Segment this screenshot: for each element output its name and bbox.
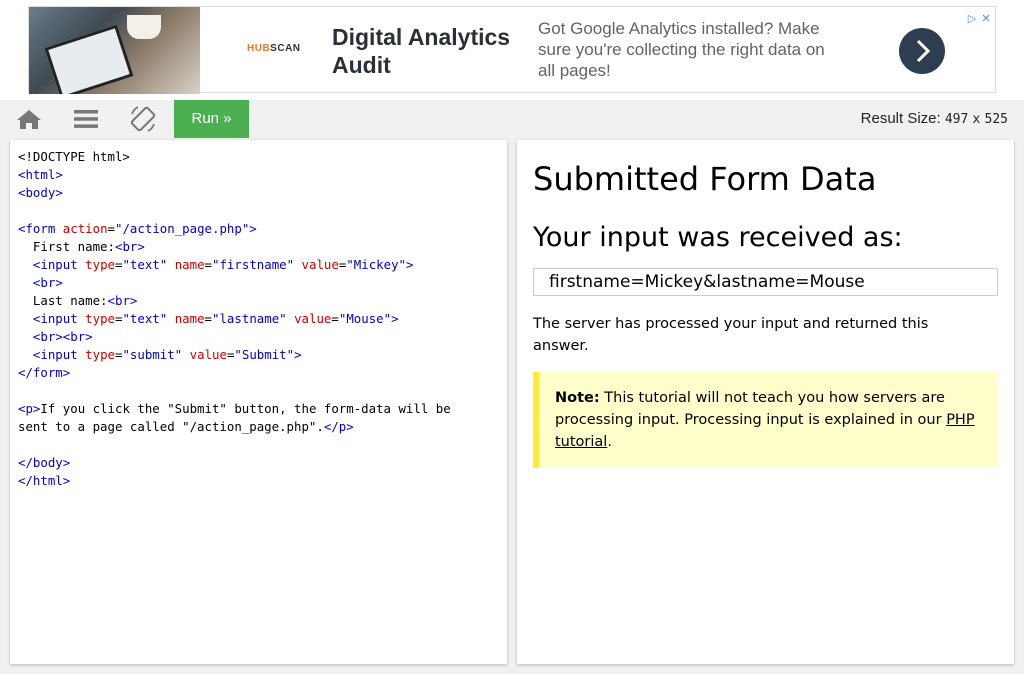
code-line[interactable]: </html> bbox=[18, 472, 499, 490]
ad-text[interactable]: Got Google Analytics installed? Make sur… bbox=[538, 18, 838, 81]
ad-choices[interactable]: ▷ ✕ bbox=[965, 7, 995, 25]
ad-banner[interactable]: HUBSCAN Digital Analytics Audit Got Goog… bbox=[28, 6, 996, 94]
note-label: Note: bbox=[555, 390, 600, 406]
code-line[interactable]: </body> bbox=[18, 454, 499, 472]
result-size: Result Size: 497 x 525 bbox=[861, 100, 1008, 139]
code-text[interactable]: <!DOCTYPE html> <html> <body> <form action… bbox=[10, 140, 507, 490]
ad-image[interactable] bbox=[29, 7, 200, 94]
run-button[interactable]: Run » bbox=[174, 100, 249, 138]
hamburger-menu-icon[interactable] bbox=[67, 100, 105, 138]
code-line[interactable]: <form action="/action_page.php"> bbox=[18, 220, 499, 238]
code-line[interactable]: Last name:<br> bbox=[18, 292, 499, 310]
ad-logo: HUBSCAN bbox=[247, 43, 301, 54]
code-line[interactable]: <body> bbox=[18, 184, 499, 202]
result-size-separator: x bbox=[972, 112, 981, 127]
code-line[interactable]: sent to a page called "/action_page.php"… bbox=[18, 418, 499, 436]
result-frame: Submitted Form Data Your input was recei… bbox=[517, 140, 1014, 664]
code-line[interactable]: <input type="text" name="firstname" valu… bbox=[18, 256, 499, 274]
code-line[interactable]: <br><br> bbox=[18, 328, 499, 346]
code-line[interactable]: <!DOCTYPE html> bbox=[18, 148, 499, 166]
code-line[interactable]: First name:<br> bbox=[18, 238, 499, 256]
code-line[interactable]: </form> bbox=[18, 364, 499, 382]
code-editor[interactable]: <!DOCTYPE html> <html> <body> <form action… bbox=[10, 140, 507, 664]
server-message: The server has processed your input and … bbox=[533, 316, 929, 354]
code-line[interactable] bbox=[18, 202, 499, 220]
code-line[interactable]: <input type="submit" value="Submit"> bbox=[18, 346, 499, 364]
close-icon[interactable]: ✕ bbox=[979, 12, 993, 26]
page-subtitle: Your input was received as: bbox=[533, 222, 903, 253]
page-title: Submitted Form Data bbox=[533, 160, 877, 198]
result-size-label: Result Size: bbox=[860, 110, 941, 127]
code-line[interactable]: <input type="text" name="lastname" value… bbox=[18, 310, 499, 328]
received-value: firstname=Mickey&lastname=Mouse bbox=[533, 268, 998, 296]
chevron-right-icon[interactable] bbox=[899, 28, 945, 74]
code-line[interactable]: <br> bbox=[18, 274, 499, 292]
ad-choices-icon[interactable]: ▷ bbox=[965, 12, 979, 26]
home-icon[interactable] bbox=[10, 100, 48, 138]
note-end: . bbox=[607, 434, 612, 450]
toolbar: Run » Result Size: 497 x 525 bbox=[0, 100, 1024, 138]
note-box: Note: This tutorial will not teach you h… bbox=[533, 372, 998, 468]
note-text: This tutorial will not teach you how ser… bbox=[555, 390, 947, 428]
result-width: 497 bbox=[944, 112, 969, 127]
ad-title[interactable]: Digital Analytics Audit bbox=[332, 23, 522, 79]
code-line[interactable] bbox=[18, 436, 499, 454]
code-line[interactable]: <html> bbox=[18, 166, 499, 184]
code-line[interactable]: <p>If you click the "Submit" button, the… bbox=[18, 400, 499, 418]
result-height: 525 bbox=[984, 112, 1008, 127]
rotate-device-icon[interactable] bbox=[124, 100, 162, 138]
code-line[interactable] bbox=[18, 382, 499, 400]
